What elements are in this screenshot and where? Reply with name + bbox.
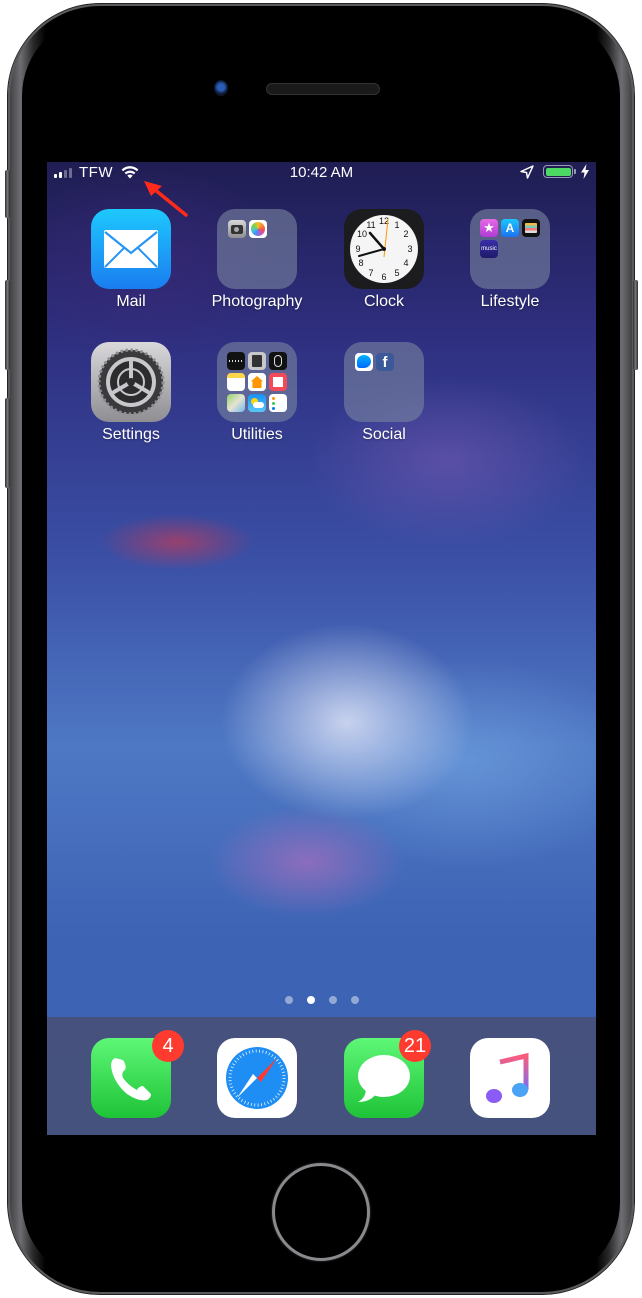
camera-icon (228, 220, 246, 238)
app-label: Clock (363, 293, 404, 310)
dock: 4 21 (47, 1017, 596, 1135)
app-label: Social (362, 426, 406, 443)
power-button[interactable] (633, 280, 638, 370)
dock-app-safari[interactable] (202, 1038, 312, 1118)
home-app-icon (248, 373, 266, 391)
weather-icon (248, 394, 266, 412)
photos-icon (249, 220, 267, 238)
page-dot[interactable] (284, 996, 293, 1004)
svg-text:7: 7 (368, 268, 373, 278)
folder-lifestyle[interactable]: ★ A music Lifestyle (455, 209, 565, 311)
app-store-icon: A (501, 219, 519, 237)
status-bar: TFW 10:42 AM (47, 162, 596, 184)
status-time: 10:42 AM (289, 164, 354, 181)
svg-text:1: 1 (394, 220, 399, 230)
safari-compass-icon (217, 1038, 297, 1118)
app-settings[interactable]: Settings (76, 342, 186, 444)
silent-switch[interactable] (5, 170, 10, 218)
battery-icon (543, 165, 573, 178)
voice-memos-icon (227, 352, 245, 370)
app-label: Settings (102, 426, 160, 443)
battery-cap (574, 169, 576, 174)
wallet-icon (522, 219, 540, 237)
app-mail[interactable]: Mail (76, 209, 186, 311)
calculator-icon (248, 352, 266, 370)
maps-icon (227, 394, 245, 412)
notes-icon (227, 373, 245, 391)
folder-icon (217, 209, 297, 289)
folder-icon: f (344, 342, 424, 422)
svg-text:8: 8 (358, 258, 363, 268)
home-screen: TFW 10:42 AM Mail Photography 12 1 2 3 4… (47, 162, 596, 1135)
svg-text:4: 4 (403, 258, 408, 268)
app-label: Utilities (231, 426, 283, 443)
page-indicator[interactable] (47, 996, 596, 1004)
svg-text:3: 3 (407, 244, 412, 254)
page-dot-active[interactable] (306, 996, 315, 1004)
app-clock[interactable]: 12 1 2 345 678 9 10 11 Clock (329, 209, 439, 311)
app-label: Mail (116, 293, 146, 310)
amazon-music-icon: music (480, 240, 498, 258)
settings-gear-icon (91, 342, 171, 422)
volume-up-button[interactable] (5, 280, 10, 370)
folder-icon: ★ A music (470, 209, 550, 289)
dock-app-phone[interactable]: 4 (76, 1030, 186, 1118)
app-label: Lifestyle (480, 293, 540, 310)
volume-down-button[interactable] (5, 398, 10, 488)
facebook-icon: f (376, 353, 394, 371)
svg-text:5: 5 (394, 268, 399, 278)
earpiece-speaker (266, 83, 380, 95)
messenger-icon (355, 353, 373, 371)
music-note-icon (470, 1038, 550, 1118)
battery-level-fill (545, 167, 571, 176)
dock-app-messages[interactable]: 21 (329, 1030, 439, 1118)
page-dot[interactable] (350, 996, 359, 1004)
folder-social[interactable]: f Social (329, 342, 439, 444)
charging-bolt-icon (581, 164, 589, 179)
svg-text:2: 2 (403, 229, 408, 239)
dock-app-music[interactable] (455, 1038, 565, 1118)
notification-badge: 4 (152, 1030, 184, 1062)
front-camera (214, 80, 228, 96)
mail-icon (91, 209, 171, 289)
clock-icon: 12 1 2 345 678 9 10 11 (344, 209, 424, 289)
notification-badge: 21 (399, 1030, 431, 1062)
svg-text:10: 10 (357, 229, 367, 239)
location-arrow-icon (520, 165, 534, 179)
news-icon (269, 373, 287, 391)
itunes-store-icon: ★ (480, 219, 498, 237)
folder-icon (217, 342, 297, 422)
svg-text:11: 11 (366, 220, 375, 230)
app-label: Photography (211, 293, 303, 310)
folder-utilities[interactable]: Utilities (202, 342, 312, 444)
page-dot[interactable] (328, 996, 337, 1004)
reminders-icon (269, 394, 287, 412)
svg-text:6: 6 (381, 272, 386, 282)
home-button[interactable] (272, 1163, 370, 1261)
svg-text:9: 9 (355, 244, 360, 254)
folder-photography[interactable]: Photography (202, 209, 312, 311)
watch-icon (269, 352, 287, 370)
